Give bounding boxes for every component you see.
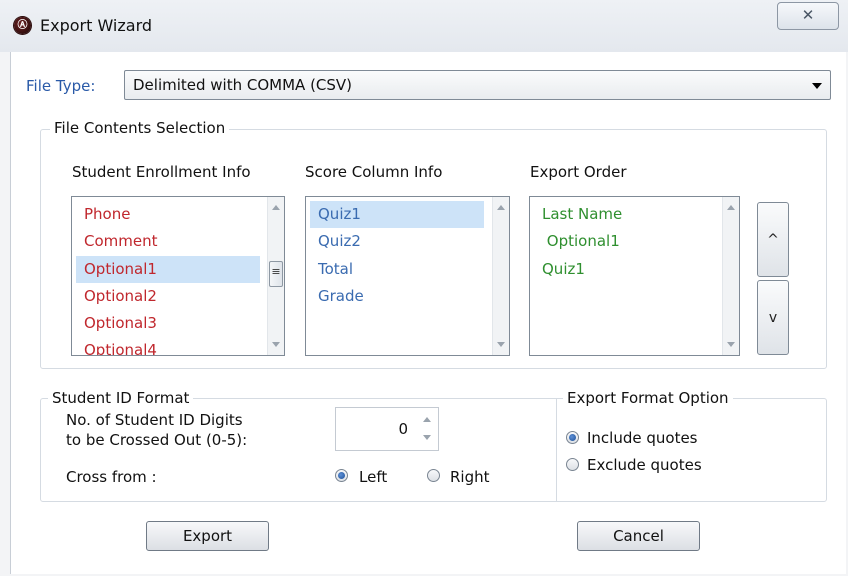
radio-left-label[interactable]: Left [359,468,387,486]
scroll-down-icon[interactable] [272,342,280,347]
close-icon: ✕ [801,6,815,24]
list-item[interactable]: Optional4 [76,337,260,355]
digits-value: 0 [398,420,408,438]
title-bar[interactable]: Ⓐ Export Wizard ✕ [0,0,848,52]
radio-right-label[interactable]: Right [450,468,490,486]
file-type-label: File Type: [26,77,96,95]
move-down-button[interactable]: v [757,280,789,355]
list-item[interactable]: Optional1 [534,228,714,255]
radio-exclude-quotes-label[interactable]: Exclude quotes [587,456,702,474]
list-item[interactable]: Phone [76,201,260,228]
window-title: Export Wizard [40,16,153,35]
app-logo-icon: Ⓐ [14,17,31,34]
scroll-down-icon[interactable] [727,342,735,347]
radio-exclude-quotes[interactable] [566,458,579,471]
file-type-value: Delimited with COMMA (CSV) [133,76,353,94]
radio-include-quotes[interactable] [566,431,579,444]
enrollment-listbox[interactable]: Phone Comment Optional1 Optional2 Option… [71,196,285,356]
export-order-listbox[interactable]: Last Name Optional1 Quiz1 [529,196,740,356]
export-wizard-window: Ⓐ Export Wizard ✕ File Type: Delimited w… [0,0,848,576]
move-up-button[interactable]: ^ [757,202,789,277]
chevron-down-icon [812,83,822,89]
digits-stepper[interactable]: 0 [335,407,439,451]
export-format-group-title: Export Format Option [563,389,733,407]
file-contents-group-title: File Contents Selection [50,119,230,137]
list-item[interactable]: Optional3 [76,310,260,337]
file-type-dropdown[interactable]: Delimited with COMMA (CSV) [124,70,831,100]
close-button[interactable]: ✕ [777,2,839,30]
scroll-up-icon[interactable] [497,205,505,210]
scroll-down-icon[interactable] [497,342,505,347]
move-up-icon: ^ [767,232,779,248]
cross-from-label: Cross from : [66,468,157,486]
student-id-group-title: Student ID Format [48,389,194,407]
list-item[interactable]: Grade [310,283,484,310]
scroll-thumb[interactable]: ≡ [269,261,283,287]
scroll-up-icon[interactable] [272,205,280,210]
list-item[interactable]: Quiz1 [534,256,714,283]
list-item-selected[interactable]: Quiz1 [310,201,484,228]
score-listbox[interactable]: Quiz1 Quiz2 Total Grade [305,196,510,356]
radio-include-quotes-label[interactable]: Include quotes [587,429,698,447]
list-item-selected[interactable]: Optional1 [76,256,260,283]
export-button[interactable]: Export [146,521,269,551]
move-down-icon: v [768,310,778,326]
list-item[interactable]: Comment [76,228,260,255]
stepper-down-icon[interactable] [423,435,431,440]
enrollment-header: Student Enrollment Info [72,163,251,181]
list-item[interactable]: Optional2 [76,283,260,310]
enrollment-scrollbar[interactable]: ≡ [267,197,284,355]
scroll-up-icon[interactable] [727,205,735,210]
score-header: Score Column Info [305,163,443,181]
list-item[interactable]: Total [310,256,484,283]
export-order-header: Export Order [530,163,627,181]
radio-right[interactable] [427,469,440,482]
export-order-scrollbar[interactable] [722,197,739,355]
list-item[interactable]: Quiz2 [310,228,484,255]
list-item[interactable]: Last Name [534,201,714,228]
cancel-button[interactable]: Cancel [577,521,700,551]
format-divider [556,399,557,501]
score-scrollbar[interactable] [492,197,509,355]
stepper-up-icon[interactable] [423,417,431,422]
digits-label-line1: No. of Student ID Digits [66,411,243,429]
digits-label-line2: to be Crossed Out (0-5): [66,431,248,449]
radio-left[interactable] [335,469,348,482]
